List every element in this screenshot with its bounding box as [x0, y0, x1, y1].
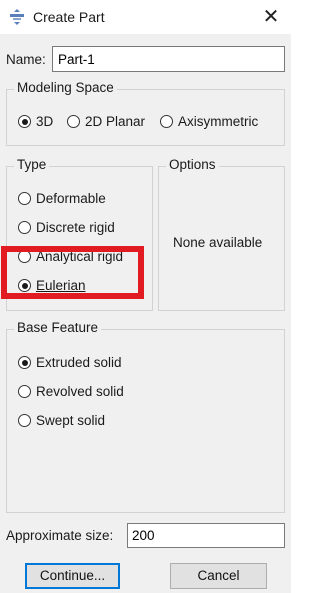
radio-deformable-label: Deformable [36, 191, 106, 206]
name-input[interactable] [52, 46, 285, 72]
radio-extruded-solid[interactable]: Extruded solid [18, 355, 122, 370]
cancel-button[interactable]: Cancel [170, 563, 267, 589]
abaqus-part-icon [10, 9, 24, 25]
radio-discrete-rigid-label: Discrete rigid [36, 220, 115, 235]
options-none-available: None available [173, 235, 263, 250]
radio-2d-planar-indicator[interactable] [67, 115, 80, 128]
window-title: Create Part [33, 9, 105, 25]
continue-button[interactable]: Continue... [25, 563, 120, 589]
radio-deformable[interactable]: Deformable [18, 191, 106, 206]
radio-swept-solid-indicator[interactable] [18, 414, 31, 427]
radio-deformable-indicator[interactable] [18, 192, 31, 205]
red-highlight-box [1, 246, 144, 299]
radio-discrete-rigid[interactable]: Discrete rigid [18, 220, 115, 235]
type-title: Type [14, 157, 50, 172]
title-bar: Create Part ✕ [0, 0, 291, 34]
base-feature-title: Base Feature [14, 320, 102, 335]
radio-3d-indicator[interactable] [18, 115, 31, 128]
radio-revolved-solid-label: Revolved solid [36, 384, 124, 399]
radio-discrete-rigid-indicator[interactable] [18, 221, 31, 234]
radio-swept-solid-label: Swept solid [36, 413, 106, 428]
radio-3d[interactable]: 3D [18, 114, 53, 129]
radio-3d-label: 3D [36, 114, 54, 129]
radio-extruded-solid-indicator[interactable] [18, 356, 31, 369]
radio-revolved-solid-indicator[interactable] [18, 385, 31, 398]
radio-axisymmetric[interactable]: Axisymmetric [160, 114, 258, 129]
radio-2d-planar[interactable]: 2D Planar [67, 114, 145, 129]
radio-axisymmetric-indicator[interactable] [160, 115, 173, 128]
radio-revolved-solid[interactable]: Revolved solid [18, 384, 124, 399]
radio-extruded-solid-label: Extruded solid [36, 355, 122, 370]
radio-2d-planar-label: 2D Planar [85, 114, 146, 129]
options-title: Options [166, 157, 219, 172]
approximate-size-label: Approximate size: [6, 528, 114, 543]
approximate-size-input[interactable] [127, 523, 285, 548]
modeling-space-title: Modeling Space [14, 80, 117, 95]
name-label: Name: [6, 52, 46, 67]
close-button[interactable]: ✕ [256, 4, 286, 30]
radio-swept-solid[interactable]: Swept solid [18, 413, 105, 428]
radio-axisymmetric-label: Axisymmetric [178, 114, 259, 129]
